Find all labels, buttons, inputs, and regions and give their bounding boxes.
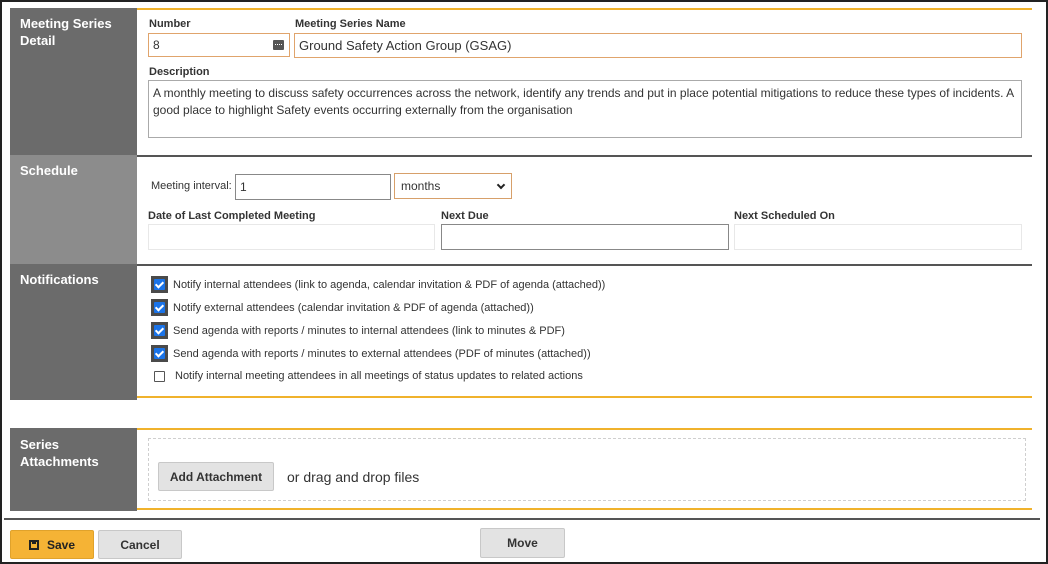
checkbox-checked[interactable] — [151, 345, 168, 362]
last-completed-label: Date of Last Completed Meeting — [148, 210, 316, 222]
section-label-detail: Meeting Series Detail — [10, 8, 137, 155]
add-attachment-button[interactable]: Add Attachment — [158, 462, 274, 491]
interval-value: 1 — [240, 180, 247, 194]
notify-option-label: Notify external attendees (calendar invi… — [173, 301, 534, 314]
checkbox-checked[interactable] — [151, 276, 168, 293]
last-completed-field — [148, 224, 435, 250]
series-name-label: Meeting Series Name — [295, 18, 406, 30]
notify-option-3[interactable]: Send agenda with reports / minutes to in… — [151, 322, 565, 339]
section-label-schedule: Schedule — [10, 155, 137, 264]
description-label: Description — [149, 66, 210, 78]
notify-option-label: Notify internal meeting attendees in all… — [175, 370, 583, 382]
move-button[interactable]: Move — [480, 528, 565, 558]
section-label-notifications: Notifications — [10, 264, 137, 400]
interval-unit-select[interactable]: months — [394, 173, 512, 199]
chevron-down-icon — [496, 180, 506, 190]
notify-option-label: Notify internal attendees (link to agend… — [173, 278, 606, 291]
interval-input[interactable]: 1 — [235, 174, 391, 200]
notify-option-label: Send agenda with reports / minutes to ex… — [173, 347, 591, 360]
save-button[interactable]: Save — [10, 530, 94, 559]
calculator-icon[interactable] — [273, 40, 284, 50]
save-label: Save — [46, 537, 76, 552]
section-attachments: Series Attachments Add Attachment or dra… — [10, 428, 1032, 511]
number-field[interactable]: 8 — [148, 33, 290, 57]
notify-option-1[interactable]: Notify internal attendees (link to agend… — [151, 276, 605, 293]
cancel-button[interactable]: Cancel — [98, 530, 182, 559]
section-schedule: Schedule Meeting interval: 1 months Date… — [10, 155, 1032, 264]
next-due-label: Next Due — [441, 210, 489, 222]
interval-label: Meeting interval: — [151, 180, 232, 192]
notify-option-4[interactable]: Send agenda with reports / minutes to ex… — [151, 345, 591, 362]
checkbox-checked[interactable] — [151, 299, 168, 316]
notify-option-2[interactable]: Notify external attendees (calendar invi… — [151, 299, 534, 316]
description-field[interactable]: A monthly meeting to discuss safety occu… — [148, 80, 1022, 138]
section-detail: Meeting Series Detail Number 8 Meeting S… — [10, 8, 1032, 155]
checkbox-unchecked[interactable] — [154, 370, 165, 382]
checkbox-checked[interactable] — [151, 322, 168, 339]
series-name-value: Ground Safety Action Group (GSAG) — [299, 38, 512, 53]
series-name-field[interactable]: Ground Safety Action Group (GSAG) — [294, 33, 1022, 58]
drop-hint: or drag and drop files — [287, 469, 420, 485]
attachment-dropzone[interactable]: Add Attachment or drag and drop files — [148, 438, 1026, 501]
next-due-field[interactable] — [441, 224, 729, 250]
notify-option-5[interactable]: Notify internal meeting attendees in all… — [151, 370, 583, 382]
number-value: 8 — [153, 38, 160, 52]
section-label-attachments: Series Attachments — [10, 428, 137, 511]
number-label: Number — [149, 18, 191, 30]
notify-option-label: Send agenda with reports / minutes to in… — [173, 324, 565, 337]
footer-divider — [4, 518, 1040, 520]
next-scheduled-field — [734, 224, 1022, 250]
section-notifications: Notifications Notify internal attendees … — [10, 264, 1032, 400]
floppy-disk-icon — [28, 539, 39, 550]
interval-unit-value: months — [401, 179, 441, 193]
next-scheduled-label: Next Scheduled On — [734, 210, 835, 222]
